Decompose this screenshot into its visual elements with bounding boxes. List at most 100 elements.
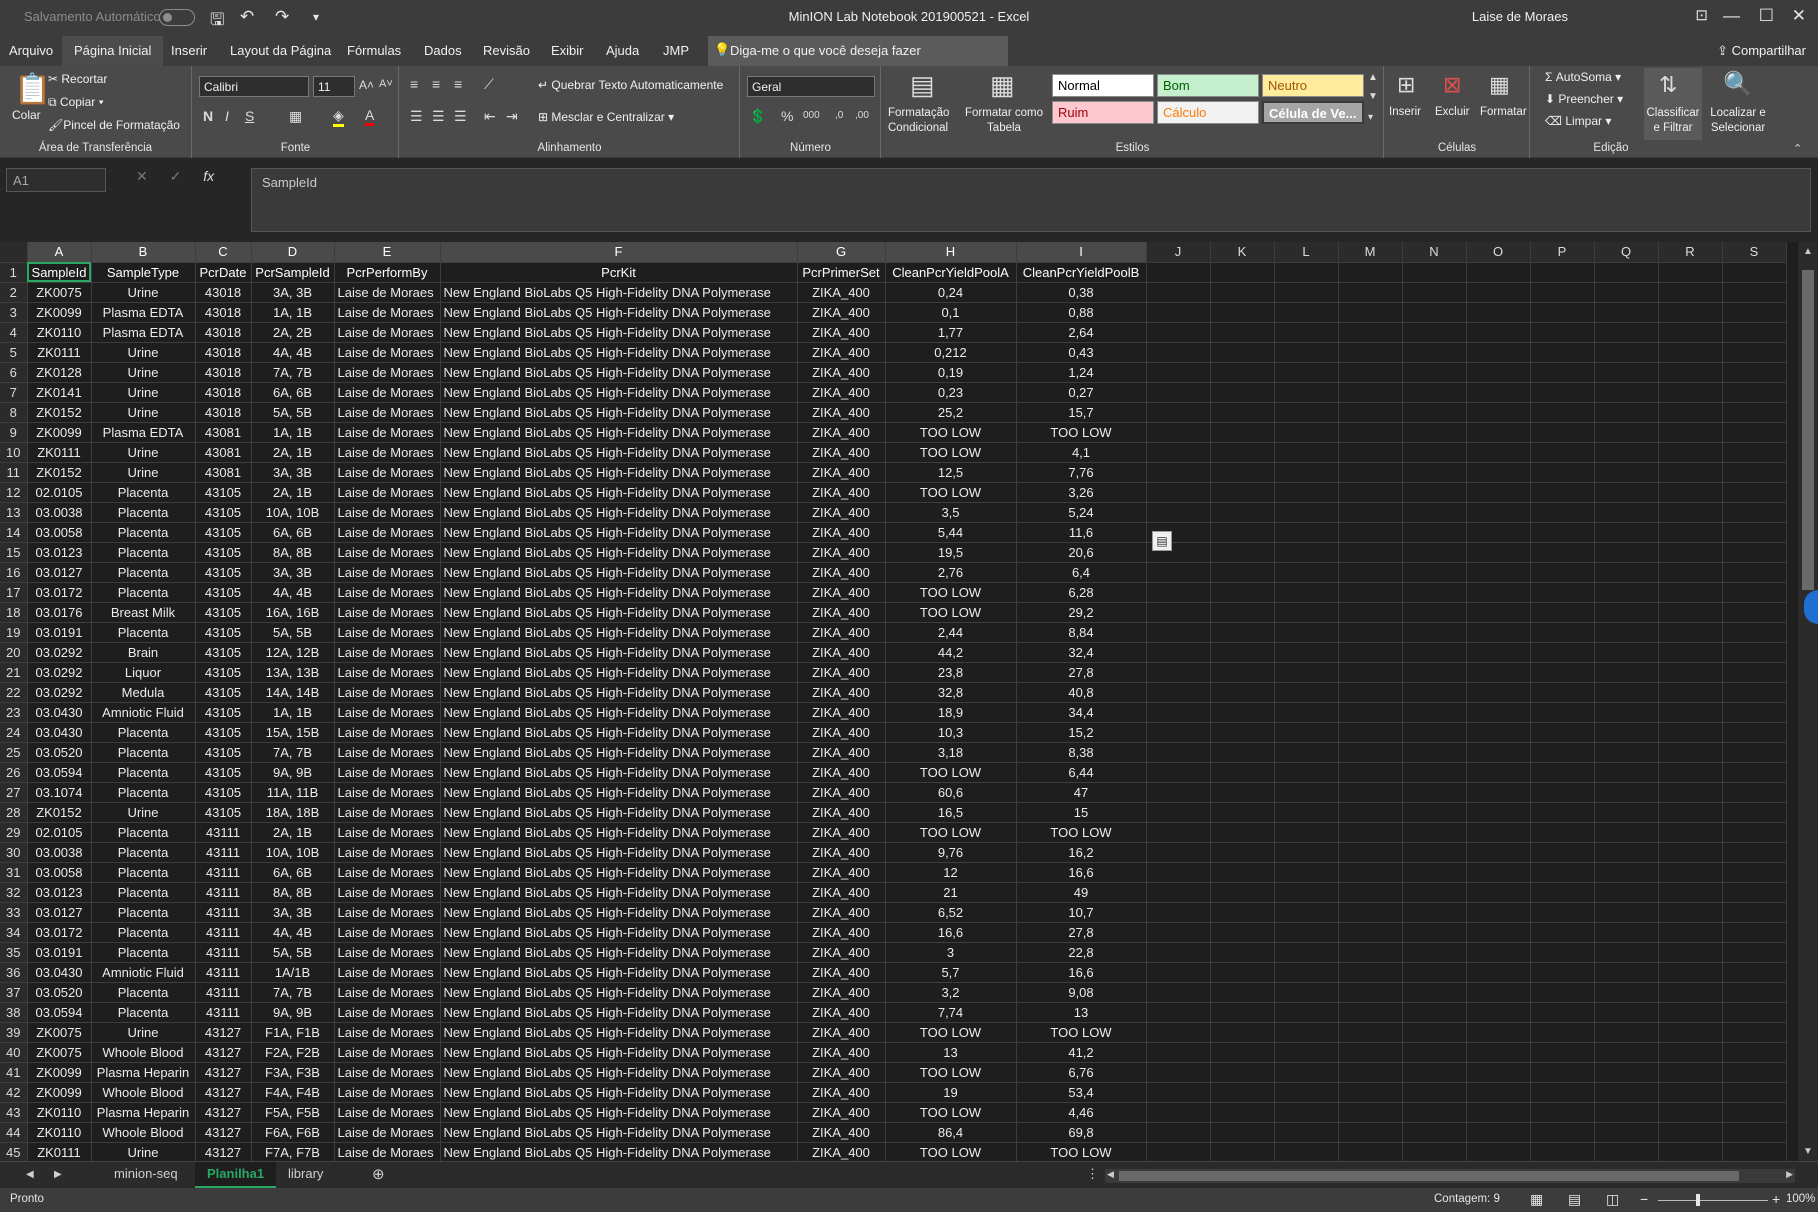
cell[interactable]: 43081 xyxy=(195,462,252,483)
cell[interactable]: 6,76 xyxy=(1016,1062,1147,1083)
cell[interactable] xyxy=(1722,362,1787,383)
cell[interactable] xyxy=(1658,462,1723,483)
cell[interactable] xyxy=(1530,1062,1595,1083)
cell[interactable]: 10,7 xyxy=(1016,902,1147,923)
row-header[interactable]: 19 xyxy=(0,622,28,643)
cell[interactable] xyxy=(1274,542,1339,563)
cell[interactable]: 03.0127 xyxy=(27,562,92,583)
cell[interactable]: Laise de Moraes xyxy=(334,862,441,883)
cell[interactable] xyxy=(1210,1082,1275,1103)
cell[interactable] xyxy=(1658,842,1723,863)
cell[interactable]: 15,7 xyxy=(1016,402,1147,423)
cell[interactable] xyxy=(1146,342,1211,363)
cell[interactable]: 43105 xyxy=(195,662,252,683)
cell[interactable] xyxy=(1594,1062,1659,1083)
cell[interactable]: New England BioLabs Q5 High-Fidelity DNA… xyxy=(440,422,798,443)
align-bottom-icon[interactable]: ≡ xyxy=(454,76,462,92)
cell[interactable]: 5,24 xyxy=(1016,502,1147,523)
cell[interactable] xyxy=(1274,1082,1339,1103)
cell[interactable]: 43081 xyxy=(195,422,252,443)
cell[interactable]: Laise de Moraes xyxy=(334,422,441,443)
column-header-m[interactable]: M xyxy=(1338,242,1403,263)
cell[interactable]: 40,8 xyxy=(1016,682,1147,703)
cell[interactable] xyxy=(1530,482,1595,503)
cell[interactable]: 49 xyxy=(1016,882,1147,903)
formula-input[interactable]: SampleId xyxy=(251,168,1811,232)
row-header[interactable]: 6 xyxy=(0,362,28,383)
cell[interactable]: 10A, 10B xyxy=(251,842,335,863)
cell[interactable] xyxy=(1402,482,1467,503)
cell[interactable]: ZK0128 xyxy=(27,362,92,383)
cell[interactable]: 43105 xyxy=(195,782,252,803)
cell[interactable]: ZK0099 xyxy=(27,1062,92,1083)
cell[interactable] xyxy=(1146,762,1211,783)
cell[interactable] xyxy=(1722,1062,1787,1083)
cell[interactable]: 5,7 xyxy=(885,962,1017,983)
cell[interactable] xyxy=(1210,382,1275,403)
cell[interactable]: ZIKA_400 xyxy=(797,622,886,643)
cell[interactable] xyxy=(1466,762,1531,783)
cell[interactable] xyxy=(1338,582,1403,603)
cell[interactable]: Laise de Moraes xyxy=(334,1122,441,1143)
cell[interactable] xyxy=(1210,582,1275,603)
cell[interactable] xyxy=(1466,562,1531,583)
cell[interactable] xyxy=(1466,462,1531,483)
cell[interactable]: New England BioLabs Q5 High-Fidelity DNA… xyxy=(440,362,798,383)
cell[interactable] xyxy=(1210,662,1275,683)
cell[interactable] xyxy=(1594,922,1659,943)
cell[interactable] xyxy=(1402,562,1467,583)
cell[interactable] xyxy=(1146,1062,1211,1083)
row-header[interactable]: 43 xyxy=(0,1102,28,1123)
cell[interactable] xyxy=(1594,862,1659,883)
cell[interactable] xyxy=(1530,902,1595,923)
cell[interactable]: Urine xyxy=(91,802,196,823)
cell[interactable]: 13 xyxy=(885,1042,1017,1063)
cell[interactable]: Placenta xyxy=(91,982,196,1003)
cell[interactable]: 4,1 xyxy=(1016,442,1147,463)
conditional-format-icon[interactable]: ▤ xyxy=(910,70,935,101)
cell[interactable] xyxy=(1402,882,1467,903)
cell[interactable] xyxy=(1274,1042,1339,1063)
cell[interactable]: TOO LOW xyxy=(1016,822,1147,843)
cell[interactable]: CleanPcrYieldPoolA xyxy=(885,262,1017,283)
row-header[interactable]: 14 xyxy=(0,522,28,543)
format-painter-button[interactable]: 🖌Pincel de Formatação xyxy=(48,118,180,132)
cell[interactable] xyxy=(1274,1102,1339,1123)
cell[interactable]: ZK0110 xyxy=(27,1102,92,1123)
cell[interactable]: 03.0172 xyxy=(27,582,92,603)
cell[interactable] xyxy=(1402,662,1467,683)
format-as-table-icon[interactable]: ▦ xyxy=(990,70,1015,101)
cell[interactable]: Urine xyxy=(91,462,196,483)
cell[interactable] xyxy=(1530,622,1595,643)
cell[interactable] xyxy=(1658,482,1723,503)
cell[interactable] xyxy=(1274,822,1339,843)
fill-button[interactable]: ⬇ Preencher ▾ xyxy=(1545,92,1623,106)
cut-button[interactable]: ✂ Recortar xyxy=(48,72,107,86)
cell[interactable]: ZK0075 xyxy=(27,282,92,303)
cell[interactable]: 03.0520 xyxy=(27,742,92,763)
cell[interactable]: 43111 xyxy=(195,842,252,863)
cell[interactable]: New England BioLabs Q5 High-Fidelity DNA… xyxy=(440,662,798,683)
cell[interactable] xyxy=(1210,642,1275,663)
cell[interactable] xyxy=(1274,482,1339,503)
cell[interactable] xyxy=(1146,402,1211,423)
cell[interactable] xyxy=(1658,922,1723,943)
cell[interactable] xyxy=(1210,302,1275,323)
cell[interactable] xyxy=(1466,782,1531,803)
cell[interactable] xyxy=(1402,922,1467,943)
cell[interactable] xyxy=(1594,382,1659,403)
cell[interactable] xyxy=(1530,342,1595,363)
cell[interactable]: New England BioLabs Q5 High-Fidelity DNA… xyxy=(440,482,798,503)
cell[interactable]: Laise de Moraes xyxy=(334,982,441,1003)
cell[interactable]: 27,8 xyxy=(1016,922,1147,943)
cell[interactable]: 3A, 3B xyxy=(251,282,335,303)
ribbon-display-icon[interactable]: ⊡ xyxy=(1695,6,1708,24)
cell[interactable]: Urine xyxy=(91,402,196,423)
column-header-d[interactable]: D xyxy=(251,242,335,263)
cell[interactable]: ZIKA_400 xyxy=(797,382,886,403)
cell[interactable] xyxy=(1530,1042,1595,1063)
cell[interactable]: Whoole Blood xyxy=(91,1082,196,1103)
zoom-slider-thumb[interactable] xyxy=(1696,1194,1700,1206)
cell[interactable] xyxy=(1338,602,1403,623)
cell[interactable] xyxy=(1466,322,1531,343)
